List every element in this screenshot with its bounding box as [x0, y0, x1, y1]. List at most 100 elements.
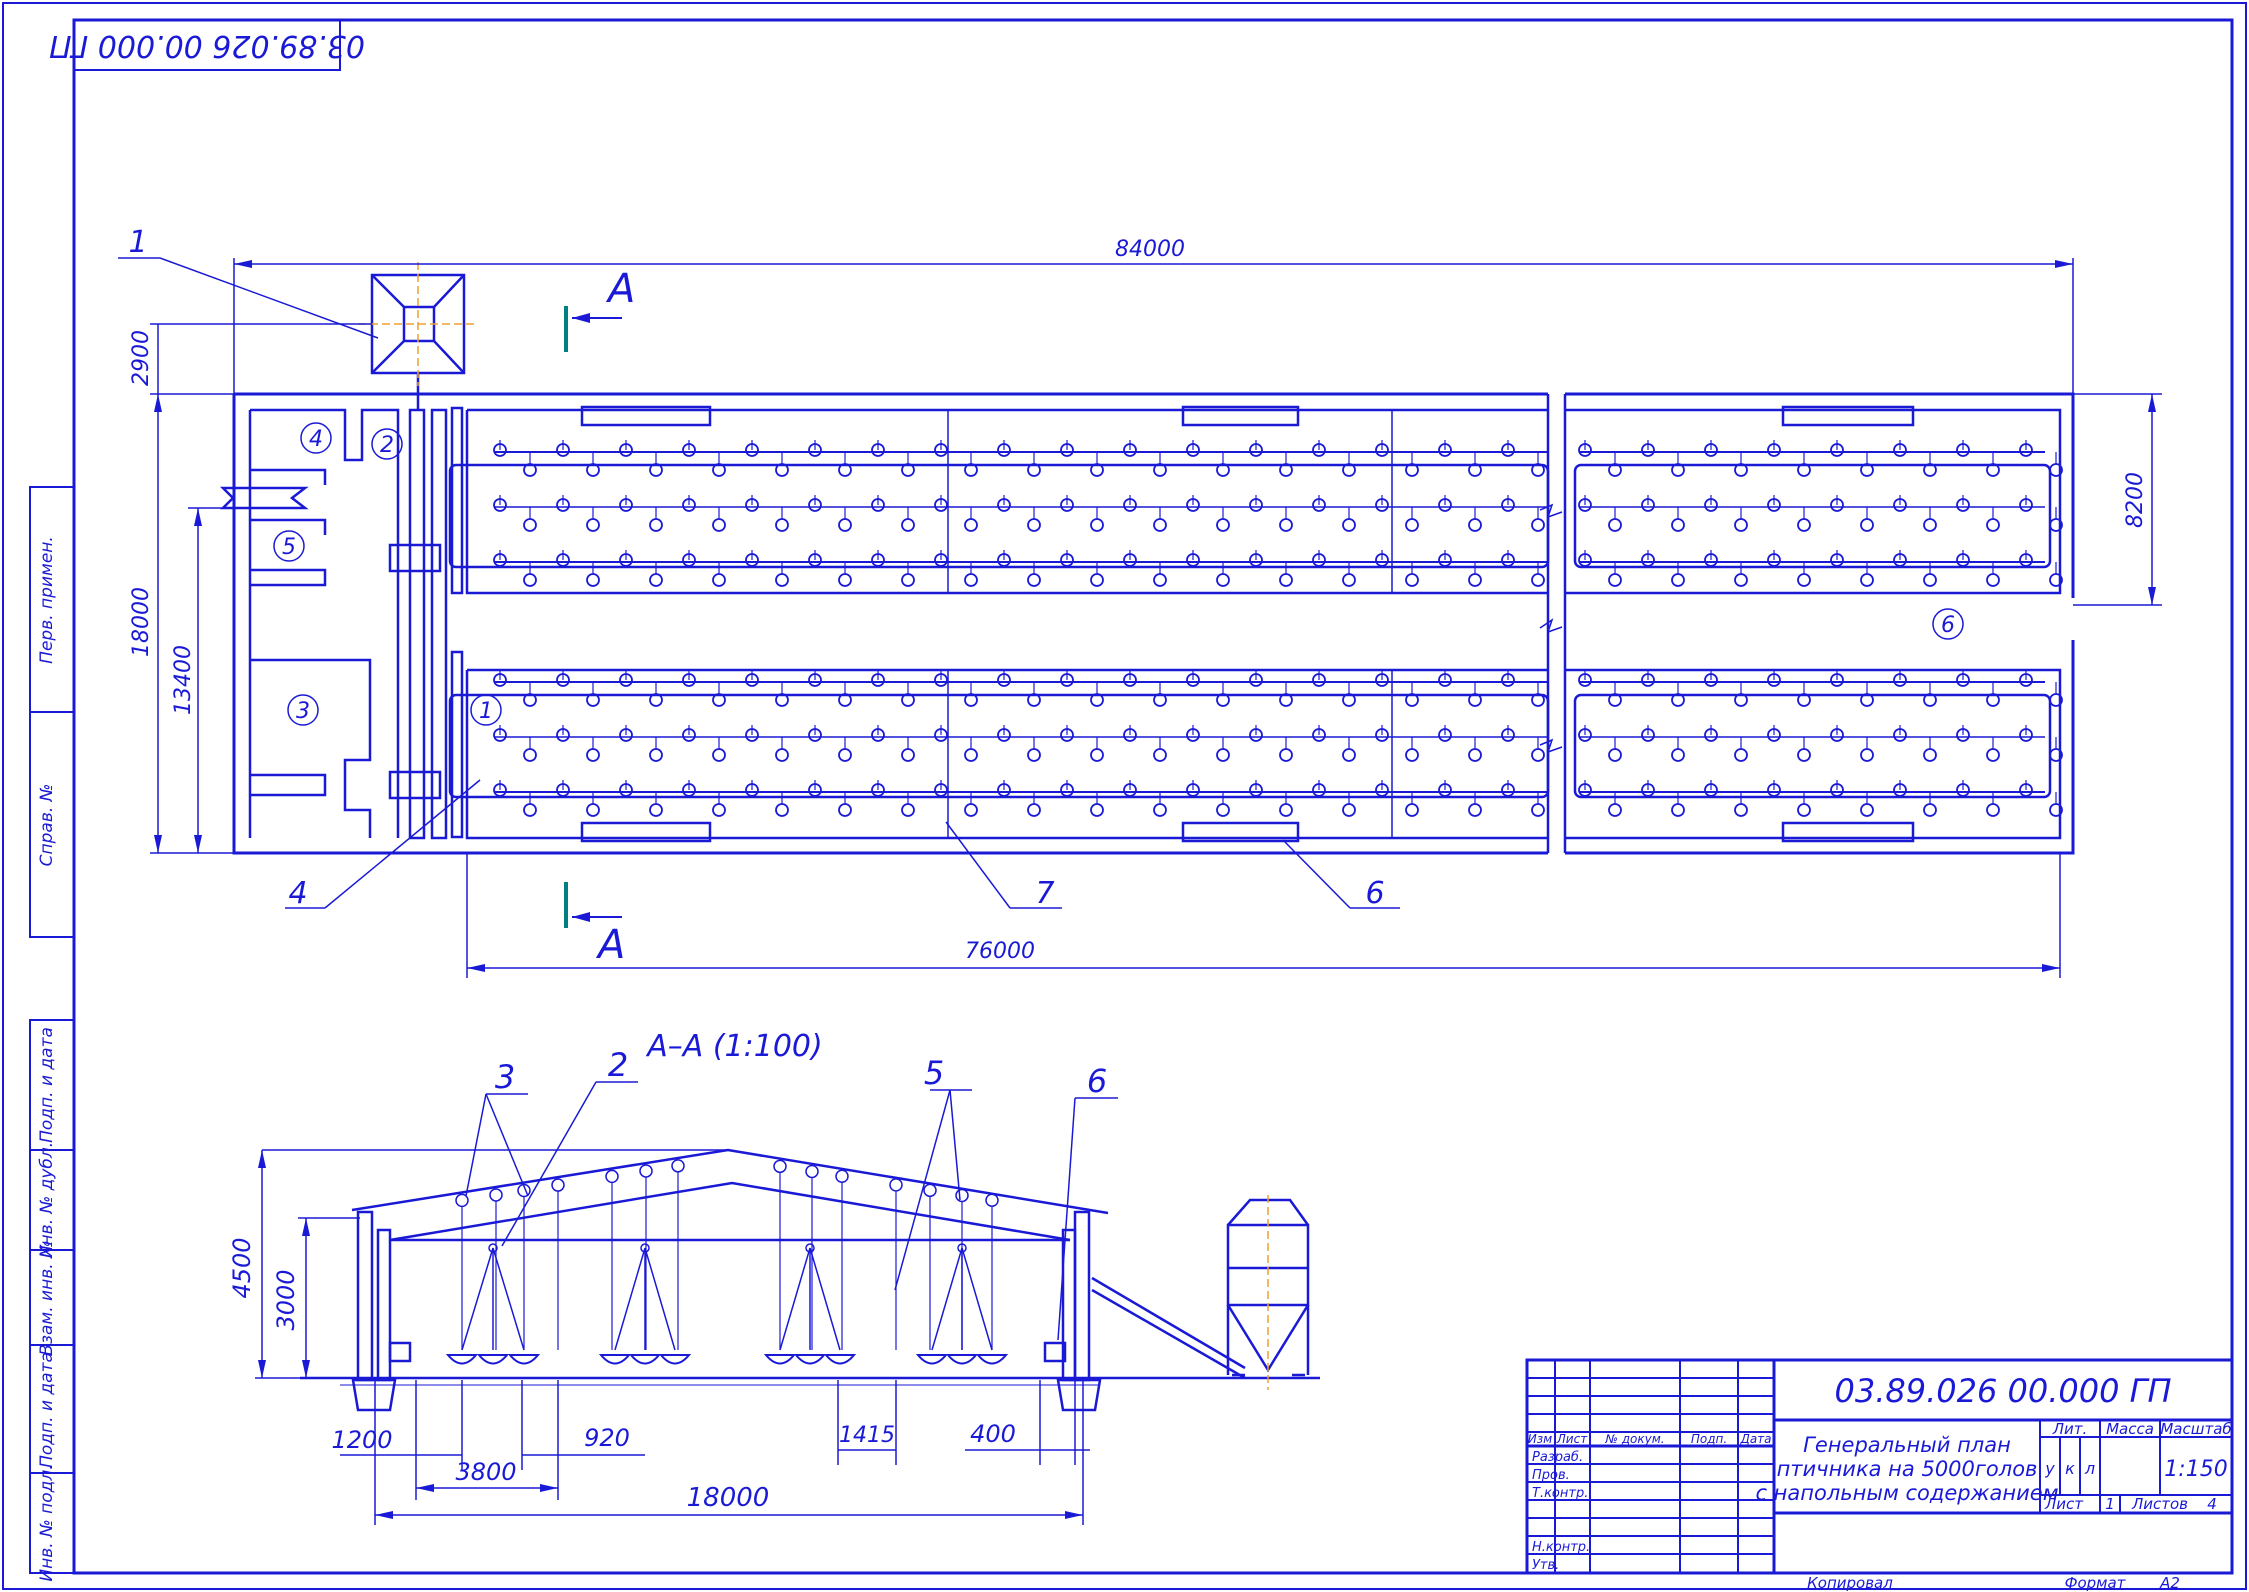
feeder-mark	[1468, 573, 1482, 587]
scale-label: Масштаб	[2160, 1420, 2231, 1438]
section-feeder-part	[614, 1247, 646, 1351]
section-feeder-part	[835, 1169, 849, 1183]
feeder-rows	[493, 440, 2063, 817]
feeder-mark	[1027, 803, 1041, 817]
dim-1200: 1200	[331, 1426, 392, 1454]
scale-value: 1:150	[2164, 1457, 2227, 1482]
feeder-mark	[775, 518, 789, 532]
feeder-mark	[775, 748, 789, 762]
feeder-mark	[523, 748, 537, 762]
section-mark-top	[564, 306, 622, 352]
drawing-sheet: 03.89.026 00.000 ГП Перв. примен. Справ.…	[2, 2, 2247, 1592]
feeder-mark	[1468, 518, 1482, 532]
feeder-mark	[838, 573, 852, 587]
sheet-label: Лист	[2044, 1495, 2084, 1513]
feeder-mark	[1608, 748, 1622, 762]
feeder-mark	[838, 803, 852, 817]
section-feeder-part	[628, 1354, 662, 1365]
section-label-top: А	[605, 266, 635, 312]
feeder-mark	[1405, 573, 1419, 587]
feeder-mark	[1923, 573, 1937, 587]
feeder-mark	[1986, 803, 2000, 817]
section-feeder-part	[985, 1193, 999, 1207]
section-feeder-part	[955, 1188, 969, 1203]
feeder-mark	[1797, 748, 1811, 762]
lit-u: у	[2044, 1459, 2055, 1478]
section-feeder-part	[823, 1354, 857, 1365]
room-5: 5	[282, 535, 296, 560]
title-line-1: Генеральный план	[1803, 1433, 2011, 1457]
section-feeder-part	[455, 1193, 469, 1208]
section-feeder-part	[489, 1188, 503, 1202]
feeder-mark	[712, 518, 726, 532]
feeder-mark	[1531, 748, 1545, 762]
plan-view	[219, 273, 2075, 855]
dim-4500: 4500	[228, 1237, 256, 1298]
feeder-mark	[1860, 518, 1874, 532]
mirrored-designation: 03.89.026 00.000 ГП	[49, 28, 365, 63]
feeder-mark	[1797, 518, 1811, 532]
feeder-mark	[1986, 748, 2000, 762]
feeder-mark	[1608, 803, 1622, 817]
feeder-mark	[649, 803, 663, 817]
section-label-bottom: А	[595, 922, 625, 968]
format-value: А2	[2159, 1574, 2180, 1592]
feeder-mark	[775, 803, 789, 817]
feeder-mark	[901, 518, 915, 532]
dim-76000: 76000	[965, 939, 1035, 964]
plan-dimension-lines	[150, 258, 2162, 978]
feeder-mark	[1608, 518, 1622, 532]
room-4: 4	[309, 427, 323, 452]
col-list: Лист	[1556, 1432, 1588, 1446]
feeder-mark	[712, 803, 726, 817]
section-feeder-part	[961, 1247, 993, 1351]
role-prov: Пров.	[1532, 1468, 1570, 1483]
feeder-mark	[523, 518, 537, 532]
lit-k: к	[2065, 1459, 2075, 1478]
feeder-mark	[964, 518, 978, 532]
feeder-mark	[1671, 803, 1685, 817]
stamp-podp-data-1: Подп. и дата	[37, 1027, 57, 1143]
section-feeder-part	[507, 1354, 541, 1365]
feeder-mark	[1734, 748, 1748, 762]
feeder-mark	[964, 573, 978, 587]
feeder-mark	[964, 803, 978, 817]
feeder-mark	[1734, 803, 1748, 817]
feeder-mark	[1279, 573, 1293, 587]
copied-label: Копировал	[1807, 1574, 1893, 1592]
dim-84000: 84000	[1115, 237, 1185, 262]
lit-l: л	[2084, 1459, 2095, 1478]
format-label: Формат	[2065, 1574, 2127, 1592]
section-feeder-part	[492, 1247, 525, 1351]
feeder-mark	[1860, 573, 1874, 587]
feeder-mark	[649, 748, 663, 762]
feeder-mark	[586, 518, 600, 532]
section-feeder-part	[779, 1247, 811, 1351]
feeder-mark	[1153, 518, 1167, 532]
section-feeder-part	[975, 1354, 1009, 1365]
mass-label: Масса	[2106, 1420, 2154, 1438]
col-data: Дата	[1739, 1432, 1771, 1446]
dim-2900: 2900	[129, 330, 154, 386]
room-1: 1	[479, 699, 493, 724]
section-feeder-part	[915, 1354, 949, 1365]
feeder-mark	[586, 803, 600, 817]
feeder-mark	[649, 518, 663, 532]
lit-label: Лит.	[2052, 1420, 2088, 1438]
callout-6: 6	[1365, 876, 1384, 911]
feeder-mark	[1090, 803, 1104, 817]
feeder-mark	[1216, 748, 1230, 762]
feeder-mark	[838, 748, 852, 762]
sheets-label: Листов	[2131, 1495, 2188, 1513]
feeder-mark	[1468, 803, 1482, 817]
feeder-mark	[1986, 573, 2000, 587]
title-designation: 03.89.026 00.000 ГП	[1834, 1372, 2171, 1410]
feeder-mark	[1153, 748, 1167, 762]
dim-18000-section: 18000	[687, 1483, 770, 1513]
feeder-mark	[1027, 518, 1041, 532]
feeder-mark	[1216, 518, 1230, 532]
feeder-mark	[1531, 518, 1545, 532]
stamp-perv-primen: Перв. примен.	[37, 536, 57, 664]
col-dokum: № докум.	[1604, 1432, 1664, 1446]
plan-dimension-arrows	[154, 260, 2156, 972]
